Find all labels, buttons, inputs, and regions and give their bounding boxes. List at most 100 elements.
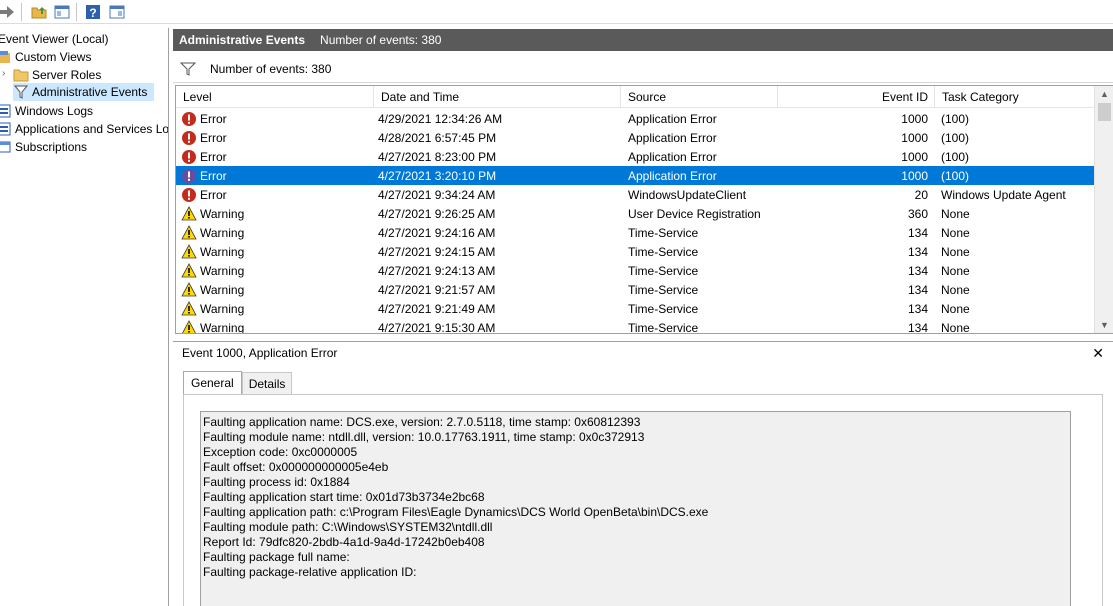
cell-source: Time-Service bbox=[628, 263, 699, 278]
scroll-down-icon[interactable]: ▼ bbox=[1095, 317, 1113, 333]
cell-date: 4/27/2021 9:24:15 AM bbox=[378, 244, 496, 259]
column-header-event-id[interactable]: Event ID bbox=[778, 86, 935, 108]
toolbar: ? bbox=[0, 0, 1113, 24]
close-icon[interactable]: ✕ bbox=[1092, 345, 1104, 362]
cell-source: Application Error bbox=[628, 111, 717, 126]
filter-icon bbox=[180, 61, 196, 77]
cell-date: 4/27/2021 9:15:30 AM bbox=[378, 320, 496, 334]
cell-task-category: None bbox=[941, 282, 970, 297]
column-header-source[interactable]: Source bbox=[621, 86, 778, 108]
navigation-tree: Event Viewer (Local) Custom Views › Serv… bbox=[0, 28, 169, 606]
cell-date: 4/27/2021 9:21:49 AM bbox=[378, 301, 496, 316]
cell-source: Time-Service bbox=[628, 301, 699, 316]
cell-task-category: None bbox=[941, 320, 970, 334]
detail-tabs: General Details bbox=[183, 371, 293, 394]
cell-event-id: 134 bbox=[907, 282, 928, 297]
forward-icon[interactable] bbox=[0, 2, 16, 22]
up-folder-icon[interactable] bbox=[29, 2, 49, 22]
tree-item-event-viewer-local[interactable]: Event Viewer (Local) bbox=[0, 30, 109, 48]
vertical-scrollbar[interactable]: ▲ ▼ bbox=[1094, 86, 1113, 333]
tree-item-applications-and-services-logs[interactable]: Applications and Services Lo bbox=[0, 120, 168, 138]
view-header-bar: Administrative Events Number of events: … bbox=[173, 29, 1113, 51]
table-row[interactable]: Warning 4/27/2021 9:24:16 AM Time-Service 1… bbox=[176, 223, 1094, 242]
cell-task-category: Windows Update Agent bbox=[941, 187, 1066, 202]
cell-level: Warning bbox=[200, 225, 245, 240]
table-header: Level Date and Time Source Event ID Task… bbox=[176, 86, 1094, 108]
warning-icon bbox=[181, 300, 197, 317]
description-line: Faulting package-relative application ID… bbox=[203, 565, 417, 579]
show-hide-tree-icon[interactable] bbox=[52, 2, 72, 22]
column-header-task-category[interactable]: Task Category bbox=[935, 86, 1094, 108]
cell-date: 4/29/2021 12:34:26 AM bbox=[378, 111, 503, 126]
scroll-up-icon[interactable]: ▲ bbox=[1095, 86, 1113, 102]
event-count: Number of events: 380 bbox=[320, 33, 442, 47]
cell-date: 4/27/2021 9:24:16 AM bbox=[378, 225, 496, 240]
table-row[interactable]: Warning 4/27/2021 9:24:13 AM Time-Service 1… bbox=[176, 261, 1094, 280]
table-row[interactable]: Error 4/27/2021 8:23:00 PM Application Err… bbox=[176, 147, 1094, 166]
error-icon bbox=[181, 111, 197, 127]
table-row[interactable]: Warning 4/27/2021 9:26:25 AM User Device R… bbox=[176, 204, 1094, 223]
svg-text:?: ? bbox=[89, 6, 96, 20]
table-row[interactable]: Error 4/29/2021 12:34:26 AM Application Er… bbox=[176, 109, 1094, 128]
cell-source: Application Error bbox=[628, 130, 717, 145]
cell-task-category: (100) bbox=[941, 130, 970, 145]
cell-task-category: (100) bbox=[941, 168, 970, 183]
tree-item-administrative-events[interactable]: Administrative Events bbox=[13, 83, 154, 101]
column-header-date-and-time[interactable]: Date and Time bbox=[374, 86, 621, 108]
scrollbar-thumb[interactable] bbox=[1098, 103, 1111, 121]
cell-date: 4/27/2021 8:23:00 PM bbox=[378, 149, 497, 164]
cell-event-id: 134 bbox=[907, 263, 928, 278]
cell-level: Warning bbox=[200, 320, 245, 334]
cell-level: Warning bbox=[200, 244, 245, 259]
tree-item-server-roles[interactable]: Server Roles bbox=[13, 66, 101, 84]
tree-item-windows-logs[interactable]: Windows Logs bbox=[0, 102, 93, 120]
table-row[interactable]: Warning 4/27/2021 9:24:15 AM Time-Service 1… bbox=[176, 242, 1094, 261]
custom-views-icon bbox=[0, 49, 12, 65]
cell-source: WindowsUpdateClient bbox=[628, 187, 747, 202]
table-row[interactable]: Warning 4/27/2021 9:21:49 AM Time-Service 1… bbox=[176, 299, 1094, 318]
help-icon[interactable]: ? bbox=[83, 2, 103, 22]
table-row[interactable]: Error 4/27/2021 9:34:24 AM WindowsUpdateCl… bbox=[176, 185, 1094, 204]
tree-item-custom-views[interactable]: Custom Views bbox=[0, 48, 91, 66]
cell-task-category: None bbox=[941, 225, 970, 240]
show-hide-action-pane-icon[interactable] bbox=[107, 2, 127, 22]
description-line: Faulting module path: C:\Windows\SYSTEM3… bbox=[203, 520, 493, 534]
description-line: Faulting application path: c:\Program Fi… bbox=[203, 505, 709, 519]
error-icon bbox=[181, 168, 197, 184]
windows-logs-icon bbox=[0, 103, 12, 119]
cell-source: Application Error bbox=[628, 149, 717, 164]
table-row[interactable]: Error 4/27/2021 3:20:10 PM Application Err… bbox=[176, 166, 1094, 185]
description-line: Report Id: 79dfc820-2bdb-4a1d-9a4d-17242… bbox=[203, 535, 485, 549]
description-line: Fault offset: 0x000000000005e4eb bbox=[203, 460, 389, 474]
cell-level: Warning bbox=[200, 301, 245, 316]
cell-task-category: None bbox=[941, 301, 970, 316]
error-icon bbox=[181, 149, 197, 165]
tab-details[interactable]: Details bbox=[241, 372, 293, 394]
table-row[interactable]: Warning 4/27/2021 9:15:30 AM Time-Service 1… bbox=[176, 318, 1094, 334]
description-line: Faulting process id: 0x1884 bbox=[203, 475, 350, 489]
detail-title: Event 1000, Application Error bbox=[182, 346, 338, 360]
cell-source: Time-Service bbox=[628, 244, 699, 259]
filter-summary: Number of events: 380 bbox=[173, 55, 1113, 83]
table-rows: Error 4/29/2021 12:34:26 AM Application Er… bbox=[176, 109, 1094, 334]
tree-item-label: Windows Logs bbox=[15, 104, 94, 118]
filter-summary-text: Number of events: 380 bbox=[210, 61, 332, 76]
column-header-level[interactable]: Level bbox=[176, 86, 374, 108]
cell-event-id: 134 bbox=[907, 244, 928, 259]
chevron-right-icon[interactable]: › bbox=[2, 68, 5, 79]
cell-event-id: 20 bbox=[914, 187, 928, 202]
cell-date: 4/27/2021 9:26:25 AM bbox=[378, 206, 496, 221]
description-line: Faulting package full name: bbox=[203, 550, 350, 564]
table-row[interactable]: Error 4/28/2021 6:57:45 PM Application Err… bbox=[176, 128, 1094, 147]
table-row[interactable]: Warning 4/27/2021 9:21:57 AM Time-Service 1… bbox=[176, 280, 1094, 299]
cell-level: Error bbox=[200, 187, 227, 202]
cell-level: Error bbox=[200, 111, 227, 126]
tab-general[interactable]: General bbox=[183, 371, 242, 394]
tree-item-subscriptions[interactable]: Subscriptions bbox=[0, 138, 87, 156]
warning-icon bbox=[181, 224, 197, 241]
events-table: Level Date and Time Source Event ID Task… bbox=[175, 85, 1113, 334]
folder-icon bbox=[13, 67, 29, 83]
cell-event-id: 1000 bbox=[901, 111, 928, 126]
cell-date: 4/27/2021 9:24:13 AM bbox=[378, 263, 496, 278]
event-description[interactable]: Faulting application name: DCS.exe, vers… bbox=[200, 411, 1071, 606]
